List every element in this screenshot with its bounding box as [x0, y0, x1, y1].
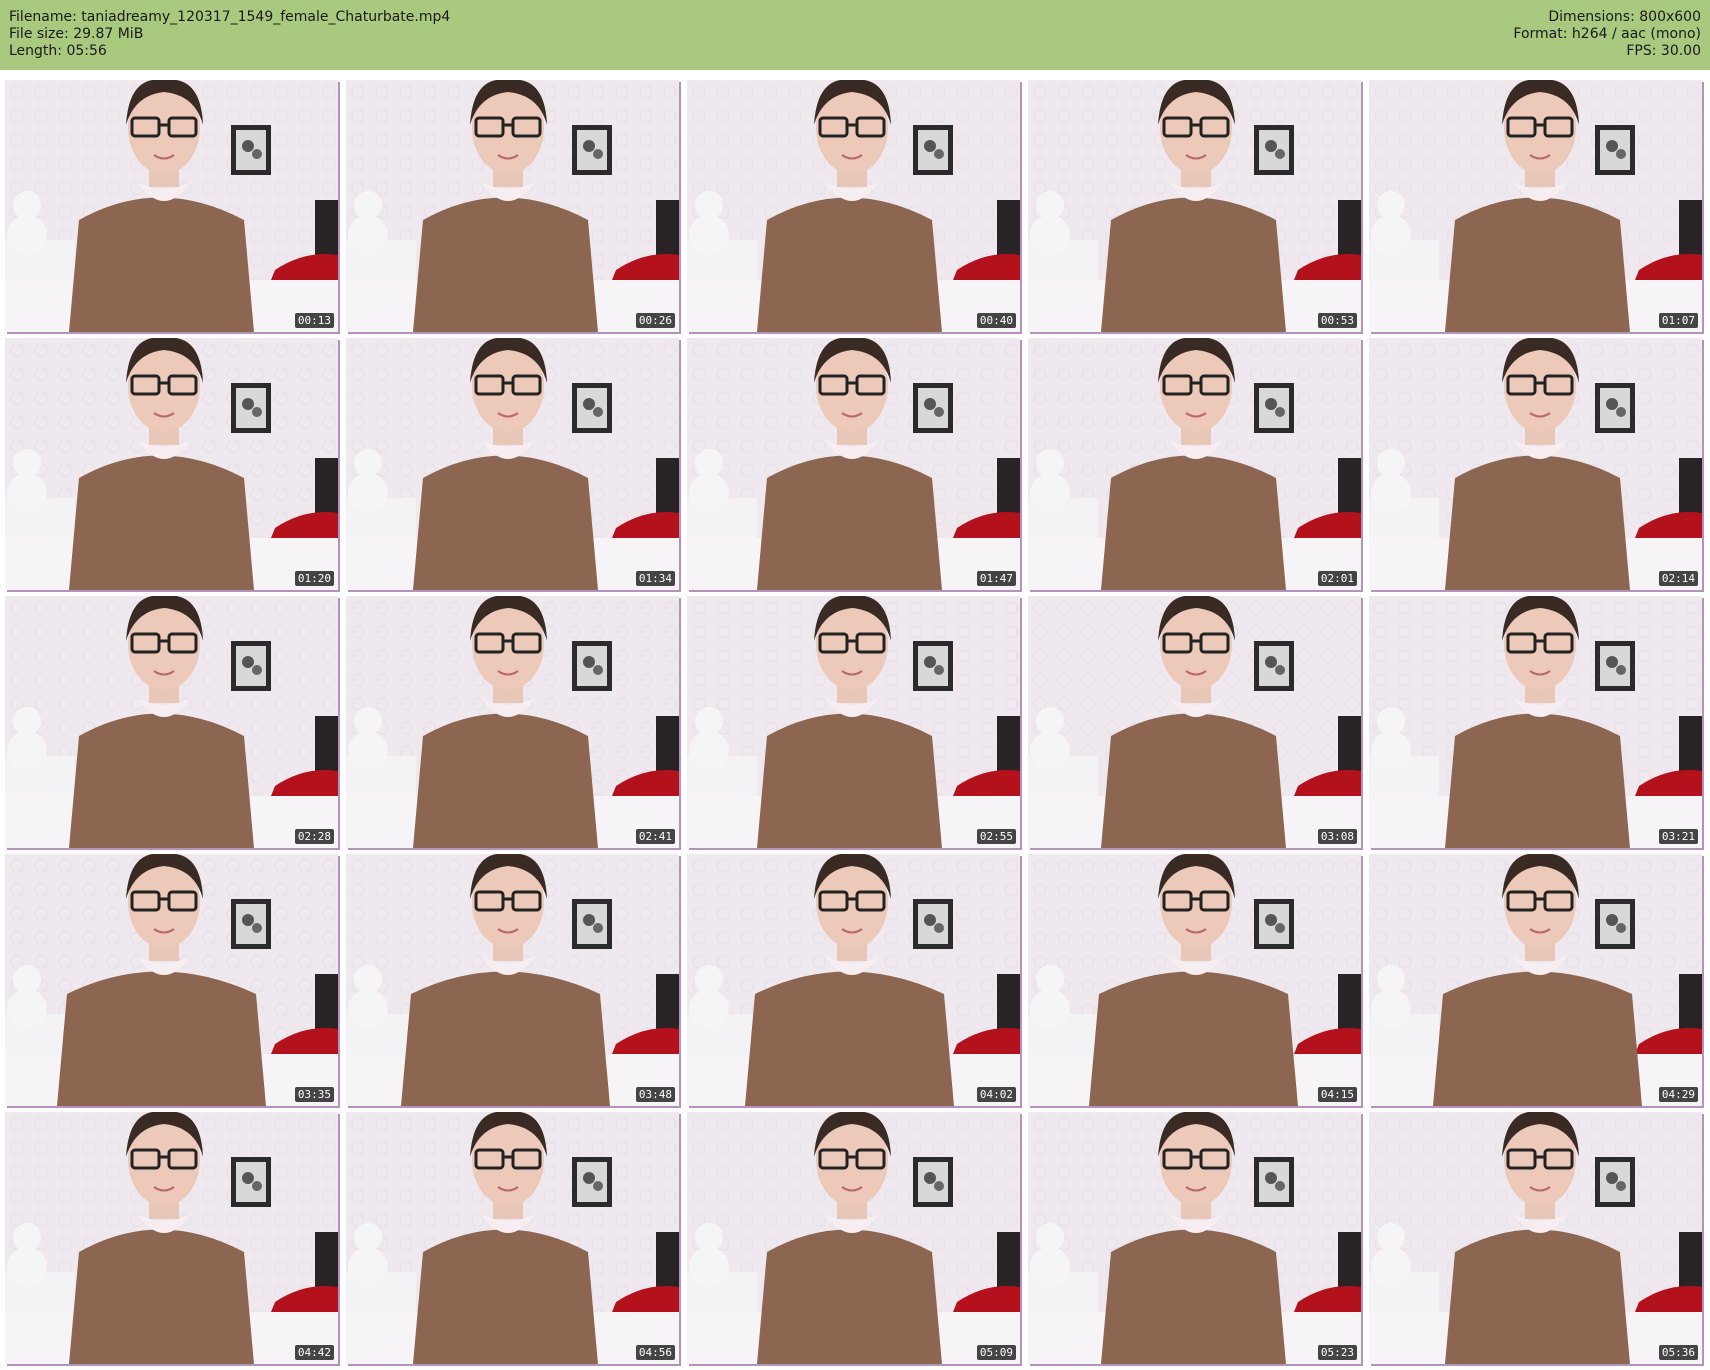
frame-illustration — [5, 80, 338, 332]
video-thumbnail[interactable]: 00:53 — [1028, 80, 1361, 332]
dimensions-text: Dimensions: 800x600 — [1548, 9, 1701, 25]
video-thumbnail[interactable]: 02:01 — [1028, 338, 1361, 590]
video-thumbnail[interactable]: 01:34 — [346, 338, 679, 590]
video-thumbnail[interactable]: 03:08 — [1028, 596, 1361, 848]
thumbnail-timestamp: 01:07 — [1658, 313, 1698, 328]
thumbnail-timestamp: 01:47 — [976, 571, 1016, 586]
video-thumbnail[interactable]: 03:48 — [346, 854, 679, 1106]
thumbnail-timestamp: 05:36 — [1658, 1345, 1698, 1360]
thumbnail-timestamp: 04:29 — [1658, 1087, 1698, 1102]
frame-illustration — [1028, 854, 1361, 1106]
thumbnail-timestamp: 05:09 — [976, 1345, 1016, 1360]
fps-text: FPS: 30.00 — [1626, 43, 1701, 59]
filesize-text: File size: 29.87 MiB — [9, 26, 144, 42]
video-thumbnail[interactable]: 04:56 — [346, 1112, 679, 1364]
video-thumbnail[interactable]: 01:20 — [5, 338, 338, 590]
frame-illustration — [1369, 596, 1702, 848]
video-thumbnail[interactable]: 02:28 — [5, 596, 338, 848]
frame-illustration — [346, 80, 679, 332]
video-thumbnail[interactable]: 03:21 — [1369, 596, 1702, 848]
thumbnail-timestamp: 03:35 — [294, 1087, 334, 1102]
video-thumbnail[interactable]: 04:29 — [1369, 854, 1702, 1106]
thumbnail-timestamp: 02:01 — [1317, 571, 1357, 586]
frame-illustration — [687, 80, 1020, 332]
thumbnail-timestamp: 02:41 — [635, 829, 675, 844]
frame-illustration — [5, 338, 338, 590]
video-thumbnail[interactable]: 04:02 — [687, 854, 1020, 1106]
frame-illustration — [346, 596, 679, 848]
frame-illustration — [5, 854, 338, 1106]
thumbnail-timestamp: 04:15 — [1317, 1087, 1357, 1102]
info-header: Filename: taniadreamy_120317_1549_female… — [0, 0, 1710, 70]
frame-illustration — [1369, 338, 1702, 590]
frame-illustration — [346, 854, 679, 1106]
info-right: Dimensions: 800x600 Format: h264 / aac (… — [1513, 9, 1701, 60]
thumbnail-timestamp: 00:40 — [976, 313, 1016, 328]
video-thumbnail[interactable]: 05:36 — [1369, 1112, 1702, 1364]
thumbnail-timestamp: 02:28 — [294, 829, 334, 844]
thumbnail-timestamp: 04:56 — [635, 1345, 675, 1360]
frame-illustration — [1028, 80, 1361, 332]
frame-illustration — [1028, 596, 1361, 848]
video-thumbnail[interactable]: 04:15 — [1028, 854, 1361, 1106]
video-thumbnail[interactable]: 02:55 — [687, 596, 1020, 848]
thumbnail-timestamp: 03:08 — [1317, 829, 1357, 844]
thumbnail-timestamp: 02:14 — [1658, 571, 1698, 586]
frame-illustration — [687, 338, 1020, 590]
frame-illustration — [346, 1112, 679, 1364]
thumbnail-timestamp: 00:13 — [294, 313, 334, 328]
video-thumbnail[interactable]: 00:13 — [5, 80, 338, 332]
filename-text: Filename: taniadreamy_120317_1549_female… — [9, 9, 451, 25]
video-thumbnail[interactable]: 02:14 — [1369, 338, 1702, 590]
frame-illustration — [687, 1112, 1020, 1364]
length-text: Length: 05:56 — [9, 43, 107, 59]
video-thumbnail[interactable]: 02:41 — [346, 596, 679, 848]
video-thumbnail[interactable]: 01:47 — [687, 338, 1020, 590]
thumbnail-timestamp: 01:20 — [294, 571, 334, 586]
video-thumbnail[interactable]: 00:40 — [687, 80, 1020, 332]
frame-illustration — [5, 1112, 338, 1364]
video-thumbnail[interactable]: 04:42 — [5, 1112, 338, 1364]
thumbnail-timestamp: 01:34 — [635, 571, 675, 586]
thumbnail-timestamp: 05:23 — [1317, 1345, 1357, 1360]
frame-illustration — [1369, 80, 1702, 332]
frame-illustration — [5, 596, 338, 848]
thumbnail-grid: 00:13 00:26 00:40 00:53 01:07 01:20 01:34 01:47… — [0, 70, 1710, 1370]
frame-illustration — [1028, 1112, 1361, 1364]
thumbnail-timestamp: 04:42 — [294, 1345, 334, 1360]
frame-illustration — [1369, 1112, 1702, 1364]
format-text: Format: h264 / aac (mono) — [1513, 26, 1701, 42]
frame-illustration — [346, 338, 679, 590]
video-thumbnail[interactable]: 05:23 — [1028, 1112, 1361, 1364]
thumbnail-timestamp: 04:02 — [976, 1087, 1016, 1102]
frame-illustration — [687, 596, 1020, 848]
frame-illustration — [687, 854, 1020, 1106]
thumbnail-timestamp: 03:48 — [635, 1087, 675, 1102]
frame-illustration — [1028, 338, 1361, 590]
video-thumbnail[interactable]: 03:35 — [5, 854, 338, 1106]
frame-illustration — [1369, 854, 1702, 1106]
thumbnail-timestamp: 02:55 — [976, 829, 1016, 844]
video-thumbnail[interactable]: 01:07 — [1369, 80, 1702, 332]
info-left: Filename: taniadreamy_120317_1549_female… — [9, 9, 450, 60]
video-thumbnail[interactable]: 00:26 — [346, 80, 679, 332]
thumbnail-timestamp: 00:53 — [1317, 313, 1357, 328]
thumbnail-timestamp: 03:21 — [1658, 829, 1698, 844]
video-thumbnail[interactable]: 05:09 — [687, 1112, 1020, 1364]
thumbnail-timestamp: 00:26 — [635, 313, 675, 328]
